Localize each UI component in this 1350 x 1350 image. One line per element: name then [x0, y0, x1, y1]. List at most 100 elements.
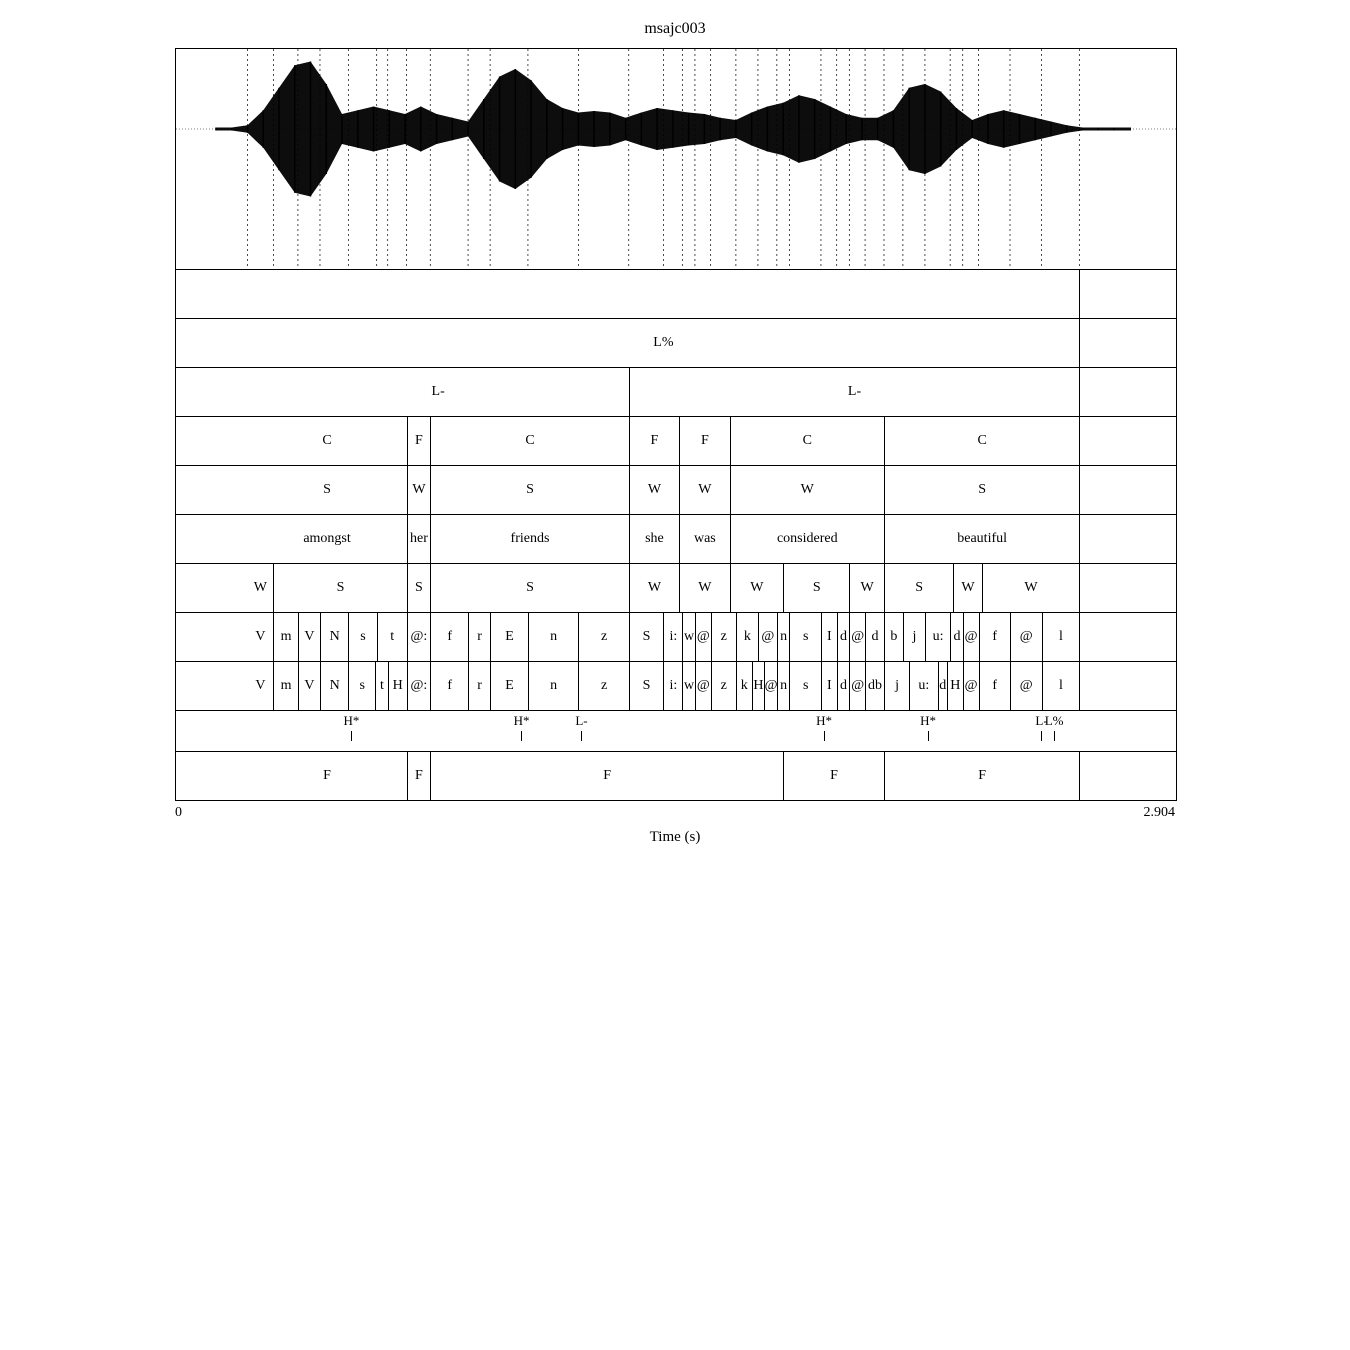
seg-syllstress-5: W — [679, 564, 729, 612]
seg-SW-3: W — [629, 466, 679, 514]
seg-word-0: amongst — [248, 515, 407, 563]
seg-word-3: she — [629, 515, 679, 563]
seg-foot-3: F — [783, 752, 884, 800]
tier-syllstress: WSSSWWWSWSWW — [176, 564, 1176, 613]
seg-phoneme2-30: H — [947, 662, 963, 710]
chart-container: msajc003 L%L-L-CFCFFCCSWSWWWSamongstherf… — [175, 20, 1175, 846]
point-tobi-0: H* — [341, 711, 361, 751]
seg-phoneme1-29: @ — [963, 613, 979, 661]
seg-empty-0 — [248, 270, 1080, 318]
seg-word-1: her — [407, 515, 431, 563]
seg-syllstress-8: W — [849, 564, 884, 612]
seg-phoneme2-10: E — [490, 662, 528, 710]
seg-foot-4: F — [884, 752, 1079, 800]
seg-phoneme2-2: V — [298, 662, 320, 710]
seg-phoneme1-16: z — [711, 613, 736, 661]
seg-CF-1: F — [407, 417, 431, 465]
tier-intonational: L% — [176, 319, 1176, 368]
seg-word-4: was — [679, 515, 729, 563]
seg-syllstress-0: W — [248, 564, 274, 612]
seg-phoneme1-32: l — [1042, 613, 1080, 661]
point-tobi-3: H* — [814, 711, 834, 751]
seg-SW-0: S — [248, 466, 407, 514]
seg-SW-5: W — [730, 466, 884, 514]
chart-title: msajc003 — [175, 20, 1175, 38]
seg-phoneme2-18: k — [736, 662, 752, 710]
seg-phoneme1-22: d — [837, 613, 850, 661]
seg-phoneme1-15: @ — [695, 613, 711, 661]
seg-phoneme1-17: k — [736, 613, 758, 661]
seg-phoneme2-3: N — [320, 662, 348, 710]
seg-CF-6: C — [884, 417, 1079, 465]
seg-phoneme2-25: @ — [849, 662, 865, 710]
seg-syllstress-4: W — [629, 564, 679, 612]
seg-phoneme2-8: f — [430, 662, 468, 710]
point-tobi-4: H* — [918, 711, 938, 751]
seg-phoneme2-26: db — [865, 662, 884, 710]
seg-phoneme2-7: @: — [407, 662, 431, 710]
seg-phoneme1-2: V — [298, 613, 320, 661]
seg-phoneme1-0: V — [248, 613, 274, 661]
seg-phoneme1-13: i: — [663, 613, 682, 661]
seg-phoneme1-27: u: — [925, 613, 950, 661]
seg-CF-3: F — [629, 417, 679, 465]
seg-phoneme2-27: j — [884, 662, 909, 710]
seg-CF-5: C — [730, 417, 884, 465]
seg-phoneme1-24: d — [865, 613, 884, 661]
seg-phoneme1-31: @ — [1010, 613, 1042, 661]
seg-phoneme1-7: f — [430, 613, 468, 661]
point-tobi-6: L% — [1044, 711, 1064, 751]
tier-foot: FFFFF — [176, 752, 1176, 800]
seg-phoneme1-26: j — [903, 613, 925, 661]
seg-phoneme1-8: r — [468, 613, 490, 661]
seg-phoneme1-18: @ — [758, 613, 777, 661]
seg-phoneme2-5: t — [375, 662, 388, 710]
seg-phoneme1-9: E — [490, 613, 528, 661]
seg-phoneme2-13: S — [629, 662, 664, 710]
seg-phoneme2-29: d — [938, 662, 947, 710]
seg-syllstress-3: S — [430, 564, 629, 612]
seg-phoneme1-20: s — [789, 613, 821, 661]
seg-SW-6: S — [884, 466, 1079, 514]
seg-phoneme2-6: H — [388, 662, 407, 710]
seg-word-5: considered — [730, 515, 884, 563]
seg-intonational-0: L% — [248, 319, 1080, 367]
tier-tobi: H*H*L-H*H*L-L% — [176, 711, 1176, 752]
plot-area: L%L-L-CFCFFCCSWSWWWSamongstherfriendsshe… — [175, 48, 1177, 801]
seg-phoneme1-10: n — [528, 613, 578, 661]
seg-phoneme1-5: t — [377, 613, 407, 661]
seg-phoneme2-16: @ — [695, 662, 711, 710]
x-label: Time (s) — [175, 829, 1175, 846]
seg-phoneme2-11: n — [528, 662, 578, 710]
seg-phoneme1-4: s — [348, 613, 376, 661]
seg-CF-2: C — [430, 417, 629, 465]
seg-syllstress-1: S — [273, 564, 406, 612]
seg-phoneme2-14: i: — [663, 662, 682, 710]
seg-intermediate-0: L- — [248, 368, 629, 416]
seg-phoneme1-6: @: — [407, 613, 431, 661]
seg-phoneme2-23: I — [821, 662, 837, 710]
seg-SW-4: W — [679, 466, 729, 514]
seg-word-2: friends — [430, 515, 629, 563]
seg-phoneme2-28: u: — [909, 662, 937, 710]
seg-phoneme2-21: n — [777, 662, 790, 710]
seg-phoneme2-22: s — [789, 662, 821, 710]
seg-phoneme2-31: @ — [963, 662, 979, 710]
seg-phoneme2-9: r — [468, 662, 490, 710]
waveform-row — [176, 49, 1176, 270]
seg-phoneme2-33: @ — [1010, 662, 1042, 710]
seg-phoneme2-19: H — [752, 662, 765, 710]
point-tobi-2: L- — [571, 711, 591, 751]
seg-foot-0: F — [248, 752, 407, 800]
seg-foot-1: F — [407, 752, 431, 800]
seg-foot-2: F — [430, 752, 783, 800]
tier-phoneme2: VmVNstH@:frEnzSi:w@zkH@nsId@dbju:dH@f@l — [176, 662, 1176, 711]
seg-phoneme2-17: z — [711, 662, 736, 710]
seg-phoneme1-23: @ — [849, 613, 865, 661]
seg-phoneme2-20: @ — [764, 662, 777, 710]
seg-syllstress-7: S — [783, 564, 849, 612]
seg-syllstress-6: W — [730, 564, 784, 612]
seg-phoneme2-24: d — [837, 662, 850, 710]
seg-syllstress-2: S — [407, 564, 431, 612]
x-max: 2.904 — [1144, 805, 1176, 821]
